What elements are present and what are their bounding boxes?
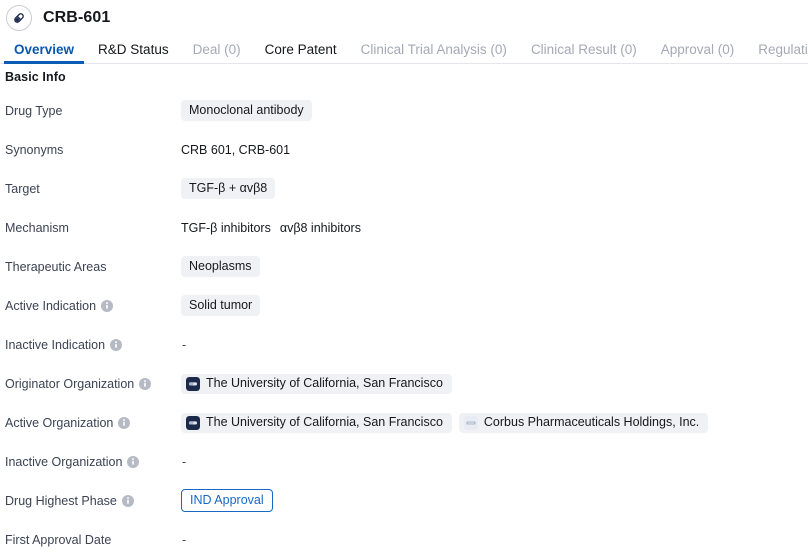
- value-chip[interactable]: TGF-β + αvβ8: [181, 177, 276, 200]
- row-inactive-indication: Inactive Indication -: [0, 325, 808, 364]
- row-label-originator-organization: Originator Organization: [0, 377, 181, 391]
- organization-chip[interactable]: Corbus Pharmaceuticals Holdings, Inc.: [458, 412, 709, 433]
- tab-core-patent[interactable]: Core Patent: [265, 42, 337, 64]
- label-text: Therapeutic Areas: [5, 259, 107, 274]
- tab-clinical-trial-analysis[interactable]: Clinical Trial Analysis (0): [361, 42, 507, 64]
- tab-overview[interactable]: Overview: [3, 42, 85, 64]
- tab-clinical-result[interactable]: Clinical Result (0): [531, 42, 637, 64]
- row-value-therapeutic-areas: Neoplasms: [181, 255, 808, 278]
- info-icon[interactable]: [127, 455, 140, 468]
- row-target: Target TGF-β + αvβ8: [0, 169, 808, 208]
- row-active-organization: Active Organization The University of Cal…: [0, 403, 808, 442]
- label-text: Active Indication: [5, 298, 97, 313]
- row-label-target: Target: [0, 182, 181, 196]
- row-label-mechanism: Mechanism: [0, 221, 181, 235]
- label-text: Mechanism: [5, 220, 69, 235]
- empty-value: -: [182, 454, 187, 469]
- row-label-drug-highest-phase: Drug Highest Phase: [0, 494, 181, 508]
- row-value-first-approval-date: -: [181, 533, 808, 547]
- value-text: TGF-β inhibitors: [181, 220, 271, 235]
- label-text: Active Organization: [5, 415, 114, 430]
- tab-approval[interactable]: Approval (0): [661, 42, 735, 64]
- info-icon[interactable]: [139, 377, 152, 390]
- tab-bar: Overview R&D Status Deal (0) Core Patent…: [0, 36, 808, 64]
- organization-logo-icon: [463, 415, 478, 430]
- row-label-inactive-indication: Inactive Indication: [0, 338, 181, 352]
- row-label-drug-type: Drug Type: [0, 104, 181, 118]
- info-icon[interactable]: [118, 416, 131, 429]
- row-drug-type: Drug Type Monoclonal antibody: [0, 91, 808, 130]
- info-icon[interactable]: [121, 494, 134, 507]
- row-label-inactive-organization: Inactive Organization: [0, 455, 181, 469]
- section-title-basic-info: Basic Info: [5, 70, 66, 84]
- row-therapeutic-areas: Therapeutic Areas Neoplasms: [0, 247, 808, 286]
- row-label-active-indication: Active Indication: [0, 299, 181, 313]
- empty-value: -: [182, 532, 187, 547]
- page-header: CRB-601: [0, 0, 808, 36]
- row-value-originator-organization: The University of California, San Franci…: [181, 373, 808, 394]
- row-value-inactive-indication: -: [181, 338, 808, 352]
- row-value-active-indication: Solid tumor: [181, 294, 808, 317]
- row-label-synonyms: Synonyms: [0, 143, 181, 157]
- label-text: Target: [5, 181, 40, 196]
- tab-rd-status[interactable]: R&D Status: [98, 42, 169, 64]
- organization-logo-icon: [186, 415, 200, 430]
- row-value-inactive-organization: -: [181, 455, 808, 469]
- row-inactive-organization: Inactive Organization -: [0, 442, 808, 481]
- pill-capsule-icon: [6, 5, 32, 31]
- row-value-synonyms: CRB 601, CRB-601: [181, 143, 808, 157]
- row-active-indication: Active Indication Solid tumor: [0, 286, 808, 325]
- tab-deal[interactable]: Deal (0): [193, 42, 241, 64]
- organization-name: Corbus Pharmaceuticals Holdings, Inc.: [483, 415, 700, 430]
- row-originator-organization: Originator Organization The University of…: [0, 364, 808, 403]
- row-label-first-approval-date: First Approval Date: [0, 533, 181, 547]
- organization-name: The University of California, San Franci…: [206, 415, 443, 430]
- row-label-therapeutic-areas: Therapeutic Areas: [0, 260, 181, 274]
- row-synonyms: Synonyms CRB 601, CRB-601: [0, 130, 808, 169]
- empty-value: -: [182, 337, 187, 352]
- organization-chip[interactable]: The University of California, San Franci…: [181, 373, 452, 394]
- label-text: Inactive Organization: [5, 454, 123, 469]
- tab-regulation[interactable]: Regulation (0): [758, 42, 808, 64]
- page-title: CRB-601: [43, 9, 111, 26]
- drug-detail-page: CRB-601 Overview R&D Status Deal (0) Cor…: [0, 0, 808, 553]
- label-text: Synonyms: [5, 142, 64, 157]
- row-drug-highest-phase: Drug Highest Phase IND Approval: [0, 481, 808, 520]
- drug-highest-phase-badge[interactable]: IND Approval: [181, 488, 273, 513]
- value-text: CRB 601, CRB-601: [181, 142, 291, 157]
- label-text: Originator Organization: [5, 376, 135, 391]
- value-text-group: TGF-β inhibitors αvβ8 inhibitors: [181, 221, 361, 235]
- row-first-approval-date: First Approval Date -: [0, 520, 808, 553]
- label-text: First Approval Date: [5, 532, 112, 547]
- value-text: αvβ8 inhibitors: [279, 220, 361, 235]
- row-value-active-organization: The University of California, San Franci…: [181, 412, 808, 433]
- organization-chip[interactable]: The University of California, San Franci…: [181, 412, 452, 433]
- value-chip[interactable]: Solid tumor: [181, 294, 261, 317]
- row-mechanism: Mechanism TGF-β inhibitors αvβ8 inhibitors: [0, 208, 808, 247]
- row-label-active-organization: Active Organization: [0, 416, 181, 430]
- value-chip[interactable]: Monoclonal antibody: [181, 99, 312, 122]
- value-chip[interactable]: Neoplasms: [181, 255, 260, 278]
- info-icon[interactable]: [101, 299, 114, 312]
- row-value-drug-type: Monoclonal antibody: [181, 99, 808, 122]
- basic-info-rows: Drug Type Monoclonal antibody Synonyms CRB …: [0, 84, 808, 553]
- label-text: Drug Highest Phase: [5, 493, 117, 508]
- row-value-target: TGF-β + αvβ8: [181, 177, 808, 200]
- info-icon[interactable]: [110, 338, 123, 351]
- row-value-drug-highest-phase: IND Approval: [181, 488, 808, 513]
- label-text: Inactive Indication: [5, 337, 106, 352]
- label-text: Drug Type: [5, 103, 63, 118]
- organization-name: The University of California, San Franci…: [206, 376, 443, 391]
- organization-logo-icon: [186, 376, 200, 391]
- row-value-mechanism: TGF-β inhibitors αvβ8 inhibitors: [181, 221, 808, 235]
